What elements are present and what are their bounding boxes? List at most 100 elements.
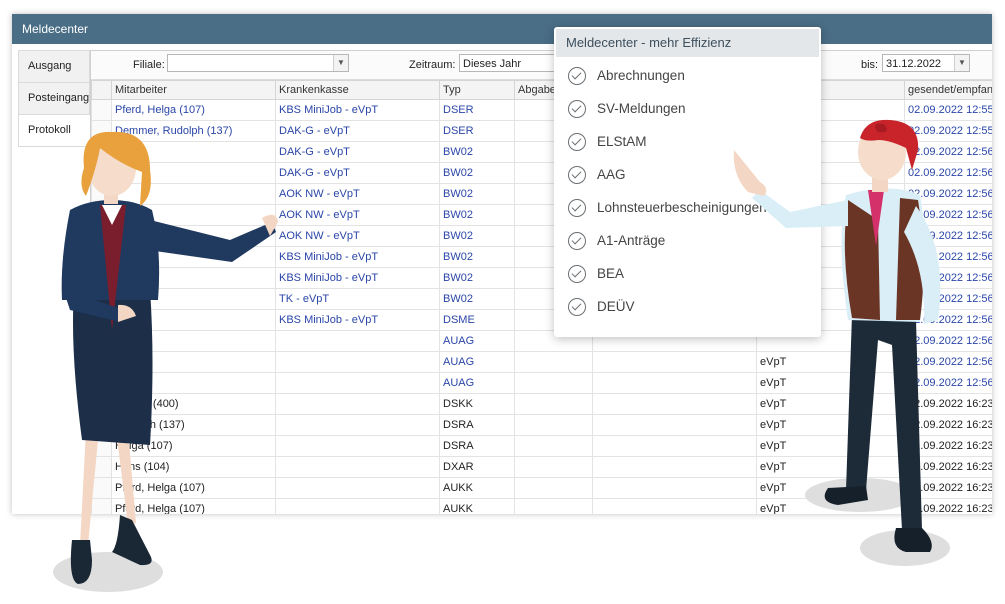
column-header[interactable]: Krankenkasse bbox=[275, 80, 440, 100]
table-row[interactable]: KBS MiniJob - eVpT BW02 02.09.2022 12:56 bbox=[91, 246, 992, 268]
table-cell: DSRA bbox=[439, 414, 515, 436]
table-row[interactable]: AOK NW - eVpT BW02 02.09.2022 12:56 bbox=[91, 225, 992, 247]
table-row[interactable]: Pferd, Helga (107) AUKK eVpT 02.09.2022 16:… bbox=[91, 477, 992, 499]
table-cell: AOK NW - eVpT bbox=[275, 183, 440, 205]
tab-protokoll[interactable]: Protokoll bbox=[18, 114, 91, 147]
tab-posteingang[interactable]: Posteingang bbox=[18, 82, 90, 114]
row-indicator[interactable] bbox=[91, 351, 112, 373]
table-row[interactable]: Alberta (400) DSKK eVpT 02.09.2022 16:23 bbox=[91, 393, 992, 415]
chevron-down-icon[interactable]: ▼ bbox=[954, 55, 969, 71]
table-cell: 02.09.2022 12:55 bbox=[904, 120, 992, 142]
feature-item: SV-Meldungen bbox=[554, 92, 821, 125]
table-cell: 02.09.2022 12:55 bbox=[904, 99, 992, 121]
row-indicator[interactable] bbox=[91, 456, 112, 478]
feature-label: SV-Meldungen bbox=[597, 101, 686, 116]
check-circle-icon bbox=[568, 264, 586, 283]
column-header[interactable]: gesendet/empfangen bbox=[904, 80, 992, 100]
table-cell: AUAG bbox=[439, 330, 515, 352]
row-indicator[interactable] bbox=[91, 141, 112, 163]
table-cell: BW02 bbox=[439, 267, 515, 289]
table-cell bbox=[275, 456, 440, 478]
table-row[interactable]: Pferd, Helga (107) KBS MiniJob - eVpT DSER… bbox=[91, 99, 992, 121]
chevron-down-icon[interactable]: ▼ bbox=[333, 55, 348, 71]
bis-date-field[interactable]: 31.12.2022 ▼ bbox=[882, 54, 970, 72]
table-cell: BW02 bbox=[439, 162, 515, 184]
table-cell bbox=[275, 372, 440, 394]
check-circle-icon bbox=[568, 132, 586, 151]
row-indicator[interactable] bbox=[91, 414, 112, 436]
table-cell: DSKK bbox=[439, 393, 515, 415]
table-cell: 02.09.2022 16:23 bbox=[904, 477, 992, 499]
feature-label: ELStAM bbox=[597, 134, 647, 149]
table-cell: 02.09.2022 12:56 bbox=[904, 141, 992, 163]
row-indicator[interactable] bbox=[91, 477, 112, 499]
table-row[interactable]: a (107) AUAG 02.09.2022 12:56 bbox=[91, 330, 992, 352]
table-cell: Alberta (400) bbox=[111, 393, 276, 415]
row-indicator[interactable] bbox=[91, 288, 112, 310]
table-cell: KBS MiniJob - eVpT bbox=[275, 246, 440, 268]
row-indicator[interactable] bbox=[91, 204, 112, 226]
row-indicator[interactable] bbox=[91, 498, 112, 514]
table-cell bbox=[275, 330, 440, 352]
row-indicator[interactable] bbox=[91, 99, 112, 121]
table-cell: eVpT bbox=[756, 477, 905, 499]
table-cell: AOK NW - eVpT bbox=[275, 204, 440, 226]
table-row[interactable]: a (107) AUAG eVpT 02.09.2022 12:56 bbox=[91, 351, 992, 373]
table-row[interactable]: KBS MiniJob - eVpT BW02 02.09.2022 12:56 bbox=[91, 267, 992, 289]
table-row[interactable]: a (107) KBS MiniJob - eVpT DSME 02.09.2022 … bbox=[91, 309, 992, 331]
table-cell: DAK-G - eVpT bbox=[275, 162, 440, 184]
table-row[interactable]: DAK-G - eVpT BW02 02.09.2022 12:56 bbox=[91, 141, 992, 163]
table-cell bbox=[592, 435, 757, 457]
table-cell: 02.09.2022 12:56 bbox=[904, 246, 992, 268]
row-indicator[interactable] bbox=[91, 393, 112, 415]
zeitraum-select[interactable]: Dieses Jahr bbox=[459, 54, 569, 72]
table-cell: eVpT bbox=[756, 435, 905, 457]
popup-title: Meldecenter - mehr Effizienz bbox=[556, 29, 819, 57]
table-row[interactable]: Helga (107) DSRA eVpT 02.09.2022 16:23 bbox=[91, 435, 992, 457]
tab-ausgang[interactable]: Ausgang bbox=[18, 50, 90, 82]
row-indicator[interactable] bbox=[91, 225, 112, 247]
table-cell bbox=[275, 351, 440, 373]
table-cell: a (107) bbox=[111, 330, 276, 352]
table-cell bbox=[514, 393, 593, 415]
table-cell bbox=[592, 414, 757, 436]
table-row[interactable]: Pferd, Helga (107) AUKK eVpT 02.09.2022 16:… bbox=[91, 498, 992, 514]
table-row[interactable]: a (107) AUAG eVpT 02.09.2022 12:56 bbox=[91, 372, 992, 394]
row-indicator[interactable] bbox=[91, 330, 112, 352]
table-row[interactable]: AOK NW - eVpT BW02 02.09.2022 12:56 bbox=[91, 204, 992, 226]
feature-item: A1-Anträge bbox=[554, 224, 821, 257]
row-indicator[interactable] bbox=[91, 246, 112, 268]
table-cell bbox=[111, 288, 276, 310]
table-row[interactable]: TK - eVpT BW02 02.09.2022 12:56 bbox=[91, 288, 992, 310]
table-row[interactable]: Hans (104) DXAR eVpT 02.09.2022 16:23 bbox=[91, 456, 992, 478]
row-indicator[interactable] bbox=[91, 120, 112, 142]
table-row[interactable]: Demmer, Rudolph (137) DAK-G - eVpT DSER 02.… bbox=[91, 120, 992, 142]
table-cell bbox=[592, 498, 757, 514]
row-indicator[interactable] bbox=[91, 162, 112, 184]
table-row[interactable]: Rudolph (137) DSRA eVpT 02.09.2022 16:23 bbox=[91, 414, 992, 436]
table-cell: TK - eVpT bbox=[275, 288, 440, 310]
table-cell: Demmer, Rudolph (137) bbox=[111, 120, 276, 142]
table-cell: 02.09.2022 12:56 bbox=[904, 267, 992, 289]
table-cell bbox=[111, 225, 276, 247]
table-row[interactable]: DAK-G - eVpT BW02 02.09.2022 12:56 bbox=[91, 162, 992, 184]
table-row[interactable]: AOK NW - eVpT BW02 02.09.2022 12:56 bbox=[91, 183, 992, 205]
row-indicator[interactable] bbox=[91, 435, 112, 457]
table-cell bbox=[592, 456, 757, 478]
protocol-table: Mitarbeiter Krankenkasse Typ Abgabe Empf… bbox=[91, 80, 992, 514]
filiale-select[interactable]: ▼ bbox=[167, 54, 349, 72]
row-indicator[interactable] bbox=[91, 372, 112, 394]
table-cell bbox=[592, 477, 757, 499]
column-header[interactable]: Typ bbox=[439, 80, 515, 100]
filter-bar: Filiale: ▼ Zeitraum: Dieses Jahr bis: 31… bbox=[91, 51, 992, 80]
table-cell: Pferd, Helga (107) bbox=[111, 99, 276, 121]
row-indicator[interactable] bbox=[91, 267, 112, 289]
row-indicator[interactable] bbox=[91, 309, 112, 331]
table-cell: a (107) bbox=[111, 309, 276, 331]
column-header[interactable]: Mitarbeiter bbox=[111, 80, 276, 100]
table-cell: DSRA bbox=[439, 435, 515, 457]
table-cell: AUKK bbox=[439, 498, 515, 514]
table-cell: eVpT bbox=[756, 351, 905, 373]
row-indicator[interactable] bbox=[91, 183, 112, 205]
feature-label: A1-Anträge bbox=[597, 233, 666, 248]
